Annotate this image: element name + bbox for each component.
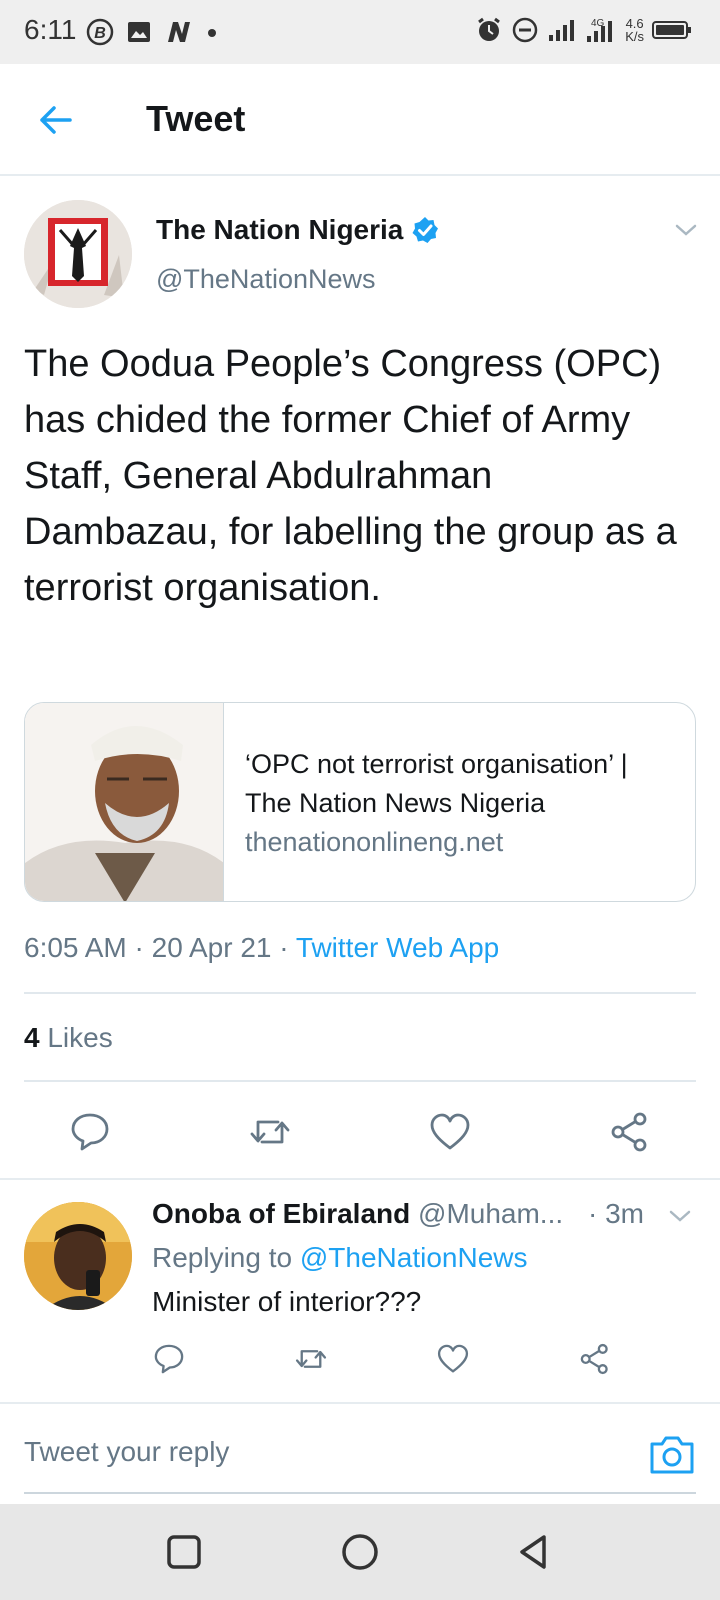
tweet-metadata: 6:05 AM · 20 Apr 21 · Twitter Web App xyxy=(24,932,499,964)
reply-author-handle[interactable]: @Muham... xyxy=(418,1198,563,1229)
back-button[interactable] xyxy=(34,98,78,142)
link-card-title: ‘OPC not terrorist organisation’ | The N… xyxy=(245,749,628,818)
chevron-down-icon xyxy=(675,224,697,236)
link-card[interactable]: ‘OPC not terrorist organisation’ | The N… xyxy=(24,702,696,902)
author-handle[interactable]: @TheNationNews xyxy=(156,264,376,295)
comment-icon xyxy=(154,1344,184,1374)
share-icon xyxy=(611,1112,647,1152)
dnd-icon xyxy=(512,17,538,43)
app-header: Tweet xyxy=(0,64,720,176)
signal-4g-icon: 4G xyxy=(587,18,613,42)
retweet-button[interactable] xyxy=(248,1110,292,1159)
reply-header: Onoba of Ebiraland @Muham... xyxy=(152,1198,563,1230)
arrow-left-icon xyxy=(40,106,72,134)
reply-like-button[interactable] xyxy=(436,1342,470,1381)
square-icon xyxy=(167,1535,201,1569)
reply-author-name[interactable]: Onoba of Ebiraland xyxy=(152,1198,410,1229)
replying-to-label: Replying to xyxy=(152,1242,293,1273)
replying-to: Replying to @TheNationNews xyxy=(152,1242,528,1274)
reply-share-button[interactable] xyxy=(578,1342,612,1381)
tweet-date: 20 Apr 21 xyxy=(151,932,272,963)
divider xyxy=(24,1080,696,1082)
tweet-time: 6:05 AM xyxy=(24,932,127,963)
signal-icon xyxy=(549,20,575,41)
link-card-image xyxy=(25,703,224,901)
reply-author-avatar[interactable] xyxy=(24,1202,132,1310)
share-button[interactable] xyxy=(608,1110,652,1159)
user-photo-icon xyxy=(24,1202,132,1310)
circle-icon xyxy=(342,1534,378,1570)
tweet-text: The Oodua People’s Congress (OPC) has ch… xyxy=(24,343,677,609)
reply-timestamp: · 3m xyxy=(588,1198,644,1229)
home-button[interactable] xyxy=(340,1532,380,1572)
svg-text:B: B xyxy=(94,25,106,42)
author-avatar[interactable] xyxy=(24,200,132,308)
author-name[interactable]: The Nation Nigeria xyxy=(156,214,439,246)
system-nav-bar xyxy=(0,1504,720,1600)
compose-divider xyxy=(0,1402,720,1404)
n-app-icon xyxy=(168,22,190,42)
share-icon xyxy=(580,1343,608,1375)
status-bar: 6:11 B 4G 4.6 K/s xyxy=(0,0,720,64)
network-speed: 4.6 K/s xyxy=(625,16,644,44)
b-circle-icon: B xyxy=(86,18,114,46)
comment-icon xyxy=(71,1113,109,1151)
replying-to-handle[interactable]: @TheNationNews xyxy=(300,1242,528,1273)
compose-underline xyxy=(24,1492,696,1494)
tweet-options-button[interactable] xyxy=(672,216,700,244)
likes-label: Likes xyxy=(47,1022,113,1053)
camera-icon xyxy=(650,1436,694,1474)
triangle-back-icon xyxy=(520,1535,546,1569)
alarm-icon xyxy=(478,17,501,41)
like-button[interactable] xyxy=(428,1110,472,1159)
reply-compose-input[interactable] xyxy=(24,1436,604,1468)
retweet-icon xyxy=(295,1350,327,1368)
likes-count[interactable]: 4 Likes xyxy=(24,1022,113,1054)
dot-icon xyxy=(208,29,216,37)
nation-logo-icon xyxy=(24,200,132,308)
link-card-domain: thenationonlineng.net xyxy=(245,827,504,857)
section-divider xyxy=(0,1178,720,1180)
status-time: 6:11 xyxy=(24,14,77,45)
heart-icon xyxy=(437,1344,469,1373)
divider xyxy=(24,992,696,994)
image-icon xyxy=(128,22,150,42)
reply-comment-button[interactable] xyxy=(152,1342,186,1381)
battery-icon xyxy=(652,21,691,39)
heart-icon xyxy=(430,1113,470,1150)
chevron-down-icon xyxy=(669,1210,691,1222)
reply-button[interactable] xyxy=(68,1110,112,1159)
reply-options-button[interactable] xyxy=(666,1202,694,1230)
meta-separator: · xyxy=(279,932,289,963)
tweet-source-link[interactable]: Twitter Web App xyxy=(296,932,499,963)
reply-retweet-button[interactable] xyxy=(294,1342,328,1381)
meta-separator: · xyxy=(134,932,144,963)
back-nav-button[interactable] xyxy=(514,1532,554,1572)
retweet-icon xyxy=(250,1120,290,1144)
verified-badge-icon xyxy=(412,217,439,243)
reply-text: Minister of interior??? xyxy=(152,1286,422,1317)
person-photo-icon xyxy=(25,703,223,901)
camera-button[interactable] xyxy=(648,1432,696,1476)
likes-number: 4 xyxy=(24,1022,40,1053)
page-title: Tweet xyxy=(146,98,246,139)
recents-button[interactable] xyxy=(164,1532,204,1572)
